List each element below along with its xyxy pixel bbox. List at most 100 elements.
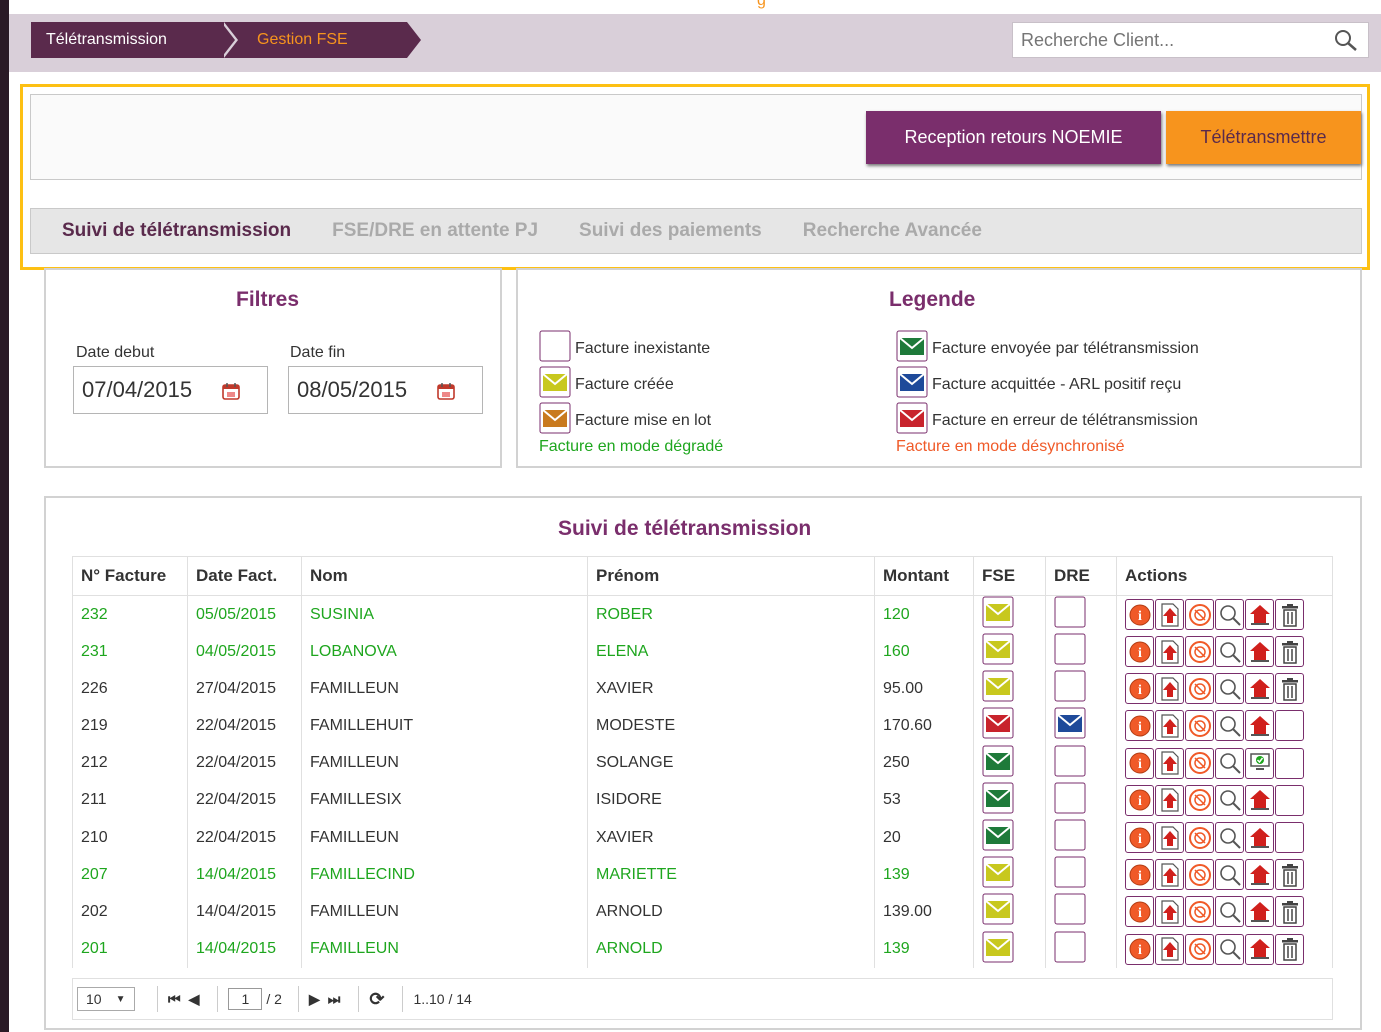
circle-face-icon[interactable] bbox=[1185, 933, 1214, 965]
trash-icon[interactable] bbox=[1275, 933, 1304, 965]
magnifier-icon[interactable] bbox=[1215, 896, 1244, 928]
trash-icon[interactable] bbox=[1275, 599, 1304, 630]
date-fin-field[interactable]: 08/05/2015 bbox=[288, 366, 483, 414]
trash-icon[interactable] bbox=[1275, 859, 1304, 891]
circle-face-icon[interactable] bbox=[1185, 710, 1214, 742]
envelope-yellow-icon[interactable] bbox=[982, 856, 1014, 892]
doc-upload-icon[interactable] bbox=[1155, 933, 1184, 965]
info-icon[interactable]: i bbox=[1125, 859, 1154, 891]
table-row[interactable]: 211 22/04/2015 FAMILLESIX ISIDORE 53 i bbox=[72, 781, 1333, 819]
magnifier-icon[interactable] bbox=[1215, 747, 1244, 779]
circle-face-icon[interactable] bbox=[1185, 822, 1214, 854]
table-row[interactable]: 202 14/04/2015 FAMILLEUN ARNOLD 139.00 i bbox=[72, 893, 1333, 931]
upload-house-icon[interactable] bbox=[1245, 599, 1274, 630]
info-icon[interactable]: i bbox=[1125, 599, 1154, 630]
circle-face-icon[interactable] bbox=[1185, 859, 1214, 891]
doc-upload-icon[interactable] bbox=[1155, 710, 1184, 742]
upload-house-icon[interactable] bbox=[1245, 673, 1274, 705]
info-icon[interactable]: i bbox=[1125, 933, 1154, 965]
doc-upload-icon[interactable] bbox=[1155, 636, 1184, 668]
col-dre[interactable]: DRE bbox=[1045, 556, 1117, 596]
empty-box-icon[interactable] bbox=[1054, 782, 1086, 818]
pc-upload-icon[interactable] bbox=[1245, 747, 1274, 779]
magnifier-icon[interactable] bbox=[1215, 933, 1244, 965]
magnifier-icon[interactable] bbox=[1215, 599, 1244, 630]
date-debut-field[interactable]: 07/04/2015 bbox=[73, 366, 268, 414]
page-size-select[interactable]: 10 ▼ bbox=[77, 987, 135, 1011]
empty-box-icon[interactable] bbox=[1054, 856, 1086, 892]
table-row[interactable]: 207 14/04/2015 FAMILLECIND MARIETTE 139 i bbox=[72, 856, 1333, 894]
info-icon[interactable]: i bbox=[1125, 636, 1154, 668]
col-prenom[interactable]: Prénom bbox=[587, 556, 875, 596]
doc-upload-icon[interactable] bbox=[1155, 599, 1184, 630]
doc-upload-icon[interactable] bbox=[1155, 673, 1184, 705]
empty-box-icon[interactable] bbox=[1054, 819, 1086, 855]
prev-page-icon[interactable]: ◀ bbox=[189, 991, 200, 1008]
upload-house-icon[interactable] bbox=[1245, 710, 1274, 742]
next-page-icon[interactable]: ▶ bbox=[309, 991, 320, 1008]
trash-icon[interactable] bbox=[1275, 673, 1304, 705]
envelope-yellow-icon[interactable] bbox=[982, 893, 1014, 929]
upload-house-icon[interactable] bbox=[1245, 636, 1274, 668]
current-page-input[interactable]: 1 bbox=[228, 988, 263, 1010]
info-icon[interactable]: i bbox=[1125, 822, 1154, 854]
magnifier-icon[interactable] bbox=[1215, 673, 1244, 705]
magnifier-icon[interactable] bbox=[1215, 784, 1244, 816]
magnifier-icon[interactable] bbox=[1215, 710, 1244, 742]
empty-box-icon[interactable] bbox=[1054, 596, 1086, 632]
search-input[interactable] bbox=[1013, 29, 1313, 51]
doc-upload-icon[interactable] bbox=[1155, 747, 1184, 779]
upload-house-icon[interactable] bbox=[1245, 896, 1274, 928]
envelope-yellow-icon[interactable] bbox=[982, 931, 1014, 967]
calendar-icon[interactable] bbox=[221, 381, 241, 401]
info-icon[interactable]: i bbox=[1125, 784, 1154, 816]
info-icon[interactable]: i bbox=[1125, 673, 1154, 705]
breadcrumb-teletransmission[interactable]: Télétransmission bbox=[31, 22, 238, 58]
envelope-green-icon[interactable] bbox=[982, 819, 1014, 855]
last-page-icon[interactable]: ⏭ bbox=[328, 991, 341, 1008]
upload-house-icon[interactable] bbox=[1245, 859, 1274, 891]
upload-house-icon[interactable] bbox=[1245, 822, 1274, 854]
empty-box-icon[interactable] bbox=[1054, 670, 1086, 706]
calendar-icon[interactable] bbox=[436, 381, 456, 401]
trash-icon[interactable] bbox=[1275, 636, 1304, 668]
magnifier-icon[interactable] bbox=[1215, 859, 1244, 891]
envelope-green-icon[interactable] bbox=[982, 745, 1014, 781]
table-row[interactable]: 201 14/04/2015 FAMILLEUN ARNOLD 139 i bbox=[72, 930, 1333, 968]
empty-box-icon[interactable] bbox=[1054, 745, 1086, 781]
table-row[interactable]: 219 22/04/2015 FAMILLEHUIT MODESTE 170.60 i bbox=[72, 707, 1333, 745]
refresh-icon[interactable]: ⟳ bbox=[369, 989, 384, 1010]
search-icon[interactable] bbox=[1334, 29, 1358, 53]
empty-box-icon[interactable] bbox=[1054, 633, 1086, 669]
empty-box-icon[interactable] bbox=[1054, 893, 1086, 929]
empty-box-icon[interactable] bbox=[1054, 931, 1086, 967]
circle-face-icon[interactable] bbox=[1185, 896, 1214, 928]
first-page-icon[interactable]: ⏮ bbox=[168, 991, 181, 1008]
table-row[interactable]: 231 04/05/2015 LOBANOVA ELENA 160 i bbox=[72, 633, 1333, 671]
envelope-yellow-icon[interactable] bbox=[982, 633, 1014, 669]
envelope-yellow-icon[interactable] bbox=[982, 670, 1014, 706]
table-row[interactable]: 226 27/04/2015 FAMILLEUN XAVIER 95.00 i bbox=[72, 670, 1333, 708]
col-fse[interactable]: FSE bbox=[973, 556, 1046, 596]
doc-upload-icon[interactable] bbox=[1155, 784, 1184, 816]
circle-face-icon[interactable] bbox=[1185, 599, 1214, 630]
envelope-red-icon[interactable] bbox=[982, 707, 1014, 743]
info-icon[interactable]: i bbox=[1125, 896, 1154, 928]
envelope-blue-icon[interactable] bbox=[1054, 707, 1086, 743]
upload-house-icon[interactable] bbox=[1245, 933, 1274, 965]
info-icon[interactable]: i bbox=[1125, 747, 1154, 779]
table-row[interactable]: 212 22/04/2015 FAMILLEUN SOLANGE 250 i bbox=[72, 744, 1333, 782]
magnifier-icon[interactable] bbox=[1215, 636, 1244, 668]
doc-upload-icon[interactable] bbox=[1155, 896, 1184, 928]
table-row[interactable]: 210 22/04/2015 FAMILLEUN XAVIER 20 i bbox=[72, 818, 1333, 857]
envelope-yellow-icon[interactable] bbox=[982, 596, 1014, 632]
doc-upload-icon[interactable] bbox=[1155, 822, 1184, 854]
info-icon[interactable]: i bbox=[1125, 710, 1154, 742]
col-montant[interactable]: Montant bbox=[874, 556, 974, 596]
envelope-green-icon[interactable] bbox=[982, 782, 1014, 818]
magnifier-icon[interactable] bbox=[1215, 822, 1244, 854]
table-row[interactable]: 232 05/05/2015 SUSINIA ROBER 120 i bbox=[72, 595, 1333, 633]
circle-face-icon[interactable] bbox=[1185, 673, 1214, 705]
col-date-fact[interactable]: Date Fact. bbox=[187, 556, 302, 596]
circle-face-icon[interactable] bbox=[1185, 747, 1214, 779]
